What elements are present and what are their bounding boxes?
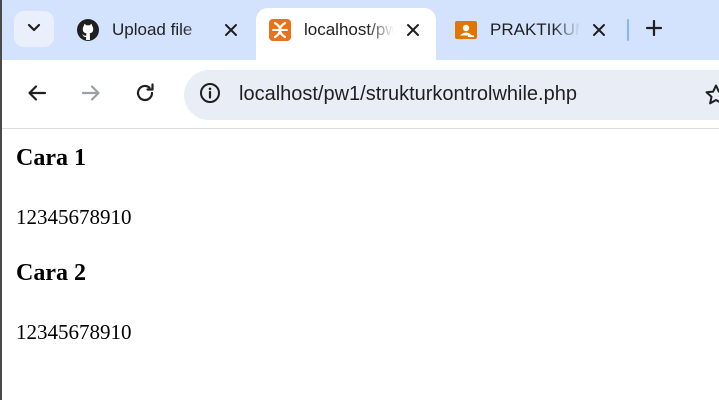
github-icon bbox=[76, 18, 100, 42]
tab-title: PRAKTIKUM bbox=[490, 20, 580, 39]
plus-icon bbox=[645, 19, 663, 42]
tab-divider bbox=[627, 19, 629, 41]
tab-strip: Upload file localhost/pw1/strukturkontro… bbox=[2, 0, 719, 60]
page-content: Cara 1 12345678910 Cara 2 12345678910 bbox=[2, 130, 719, 400]
close-icon[interactable] bbox=[588, 19, 610, 41]
xampp-icon bbox=[268, 18, 292, 42]
forward-button[interactable] bbox=[74, 78, 108, 112]
arrow-right-icon bbox=[80, 82, 102, 109]
tab-title: Upload file bbox=[112, 20, 193, 39]
close-icon[interactable] bbox=[402, 19, 424, 41]
tab-praktikum[interactable]: PRAKTIKUM bbox=[442, 8, 622, 52]
site-info-button[interactable] bbox=[196, 81, 224, 109]
url-text[interactable]: localhost/pw1/strukturkontrolwhile.php bbox=[239, 83, 577, 106]
section-heading: Cara 2 bbox=[16, 260, 86, 286]
classroom-icon bbox=[454, 18, 478, 42]
reload-button[interactable] bbox=[128, 78, 162, 112]
browser-toolbar: localhost/pw1/strukturkontrolwhile.php bbox=[2, 60, 719, 129]
back-button[interactable] bbox=[20, 78, 54, 112]
arrow-left-icon bbox=[26, 82, 48, 109]
tab-title: localhost/pw1/strukturkontrolwhile.php bbox=[304, 20, 394, 39]
address-bar[interactable]: localhost/pw1/strukturkontrolwhile.php bbox=[184, 70, 719, 120]
new-tab-button[interactable] bbox=[638, 14, 670, 46]
info-icon bbox=[199, 82, 221, 109]
loop-output: 12345678910 bbox=[16, 205, 132, 229]
chevron-down-icon bbox=[26, 19, 42, 40]
close-icon[interactable] bbox=[220, 19, 242, 41]
star-icon[interactable] bbox=[704, 83, 719, 107]
tab-search-button[interactable] bbox=[14, 11, 54, 47]
browser-window: Upload file localhost/pw1/strukturkontro… bbox=[0, 0, 719, 400]
loop-output: 12345678910 bbox=[16, 320, 132, 344]
section-heading: Cara 1 bbox=[16, 145, 86, 171]
tab-upload-file[interactable]: Upload file bbox=[64, 8, 254, 52]
reload-icon bbox=[134, 82, 156, 109]
tab-localhost[interactable]: localhost/pw1/strukturkontrolwhile.php bbox=[256, 8, 436, 60]
